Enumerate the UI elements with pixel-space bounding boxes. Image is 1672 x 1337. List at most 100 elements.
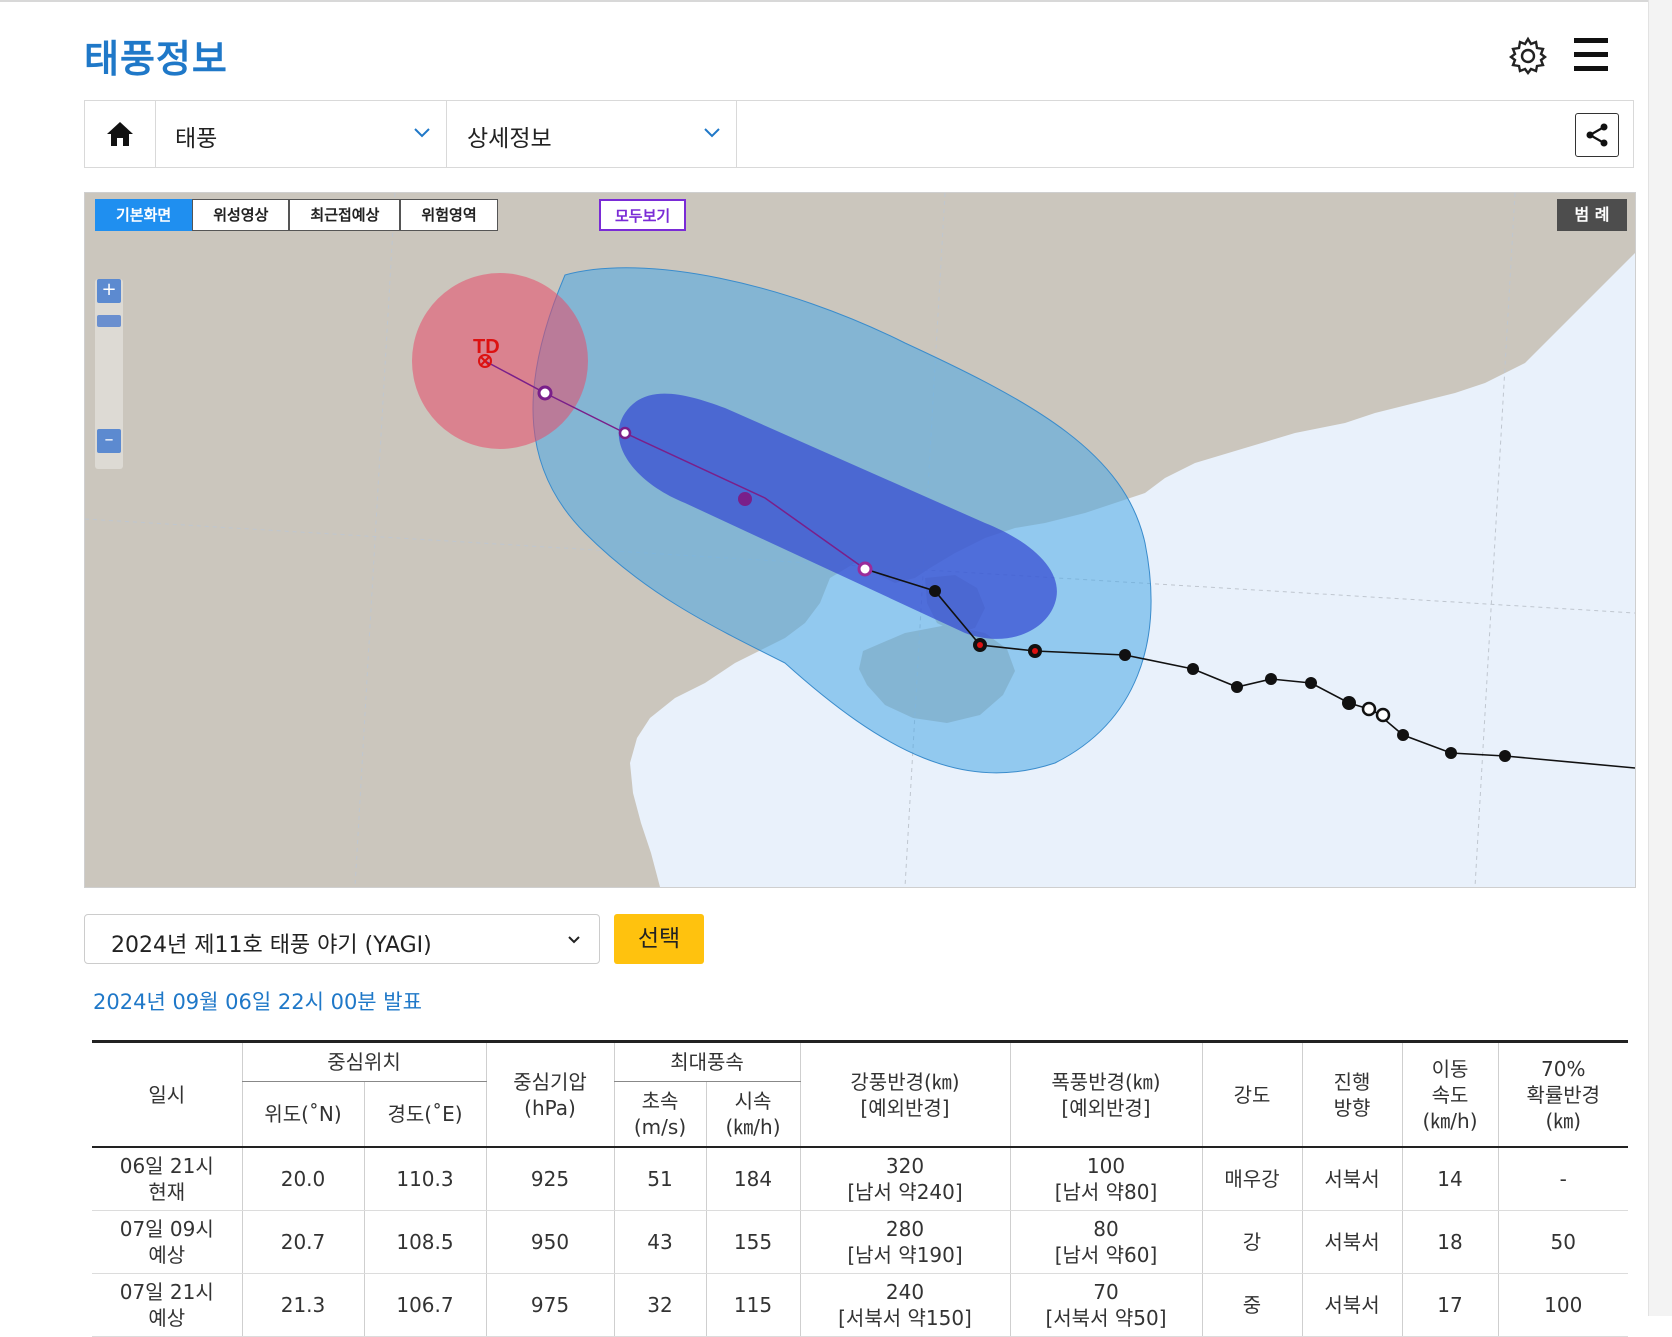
header-datetime: 일시 <box>92 1040 242 1148</box>
header-prob-line2: 확률반경 <box>1526 1082 1601 1107</box>
typhoon-info-table: 일시 중심위치 중심기압 (hPa) 최대풍속 강풍반경(㎞) [예외반경] 폭… <box>92 1040 1628 1337</box>
zoom-out-button[interactable]: – <box>97 429 121 453</box>
table-row: 07일 21시 예상 21.3 106.7 975 32 115 240 [서북서 … <box>92 1273 1628 1337</box>
cell-intensity: 강 <box>1201 1210 1302 1274</box>
header-max-wind: 최대풍속 <box>613 1040 800 1082</box>
cell-datetime: 07일 21시 예상 <box>92 1273 242 1337</box>
header-wind-ms-label: 초속 <box>641 1089 679 1113</box>
category-dropdown-label: 태풍 <box>175 126 218 152</box>
zoom-in-button[interactable]: + <box>97 279 121 303</box>
cell-type: 현재 <box>148 1180 186 1204</box>
breadcrumb-nav: 태풍 상세정보 <box>84 100 1634 168</box>
header-speed-line3: (㎞/h) <box>1422 1108 1478 1133</box>
cell-direction: 서북서 <box>1301 1147 1402 1211</box>
cell-date: 06일 21시 <box>119 1154 214 1178</box>
forecast-point <box>618 426 632 440</box>
cell-storm-value: 70 <box>1093 1280 1119 1304</box>
header-storm-radius-sub: [예외반경] <box>1061 1095 1151 1120</box>
legend-button[interactable]: 범 례 <box>1557 199 1627 231</box>
table-row: 07일 09시 예상 20.7 108.5 950 43 155 280 [남서 약… <box>92 1210 1628 1274</box>
current-position-point <box>857 561 873 577</box>
cell-wind-kmh: 184 <box>705 1147 800 1211</box>
cell-intensity: 중 <box>1201 1273 1302 1337</box>
header-prob-line3: (㎞) <box>1545 1108 1582 1133</box>
subcategory-dropdown[interactable]: 상세정보 <box>447 101 737 167</box>
cell-date: 07일 09시 <box>119 1217 214 1241</box>
forecast-point <box>738 492 752 506</box>
chevron-down-icon <box>414 128 430 138</box>
header-lon: 경도(˚E) <box>363 1081 486 1148</box>
share-button[interactable] <box>1575 113 1619 157</box>
cell-storm-radius: 70 [서북서 약50] <box>1009 1273 1202 1337</box>
cell-strong-radius: 320 [남서 약240] <box>799 1147 1010 1211</box>
cell-strong-radius: 280 [남서 약190] <box>799 1210 1010 1274</box>
cell-wind-kmh: 155 <box>705 1210 800 1274</box>
menu-hamburger-icon[interactable] <box>1574 38 1608 72</box>
header-pressure-unit: (hPa) <box>524 1095 576 1120</box>
basic-view-button[interactable]: 기본화면 <box>95 199 193 231</box>
cell-storm-radius: 80 [남서 약60] <box>1009 1210 1202 1274</box>
header-speed-line1: 이동 <box>1431 1056 1469 1081</box>
cell-storm-exception: [서북서 약50] <box>1045 1306 1167 1330</box>
header-wind-kmh-label: 시속 <box>734 1089 772 1113</box>
cell-speed: 18 <box>1401 1210 1498 1274</box>
category-dropdown[interactable]: 태풍 <box>155 101 447 167</box>
danger-area-button[interactable]: 위험영역 <box>400 199 498 231</box>
header-prob-line1: 70% <box>1541 1056 1586 1081</box>
cell-pressure: 975 <box>485 1273 614 1337</box>
cell-lon: 108.5 <box>363 1210 486 1274</box>
zoom-slider-handle[interactable] <box>97 315 121 327</box>
header-wind-kmh: 시속 (㎞/h) <box>705 1081 800 1148</box>
header-pressure-label: 중심기압 <box>513 1069 587 1094</box>
cell-pressure: 925 <box>485 1147 614 1211</box>
subcategory-dropdown-label: 상세정보 <box>467 126 552 152</box>
cell-lon: 106.7 <box>363 1273 486 1337</box>
td-label: TD <box>473 336 500 358</box>
announcement-time: 2024년 09월 06일 22시 00분 발표 <box>93 990 422 1014</box>
cell-lat: 20.7 <box>241 1210 364 1274</box>
settings-gear-icon[interactable] <box>1508 36 1548 76</box>
header-speed-line2: 속도 <box>1431 1082 1469 1107</box>
cell-speed: 14 <box>1401 1147 1498 1211</box>
map-canvas[interactable]: TD <box>85 193 1635 887</box>
table-row: 06일 21시 현재 20.0 110.3 925 51 184 320 [남서 약… <box>92 1147 1628 1211</box>
cell-strong-value: 280 <box>885 1217 925 1241</box>
page-title: 태풍정보 <box>84 37 228 81</box>
cell-direction: 서북서 <box>1301 1210 1402 1274</box>
cell-strong-value: 320 <box>885 1154 925 1178</box>
typhoon-map[interactable]: TD 기본화면 위성영상 최근접예상 위험영역 모두보기 범 례 + – <box>84 192 1636 888</box>
cell-storm-radius: 100 [남서 약80] <box>1009 1147 1202 1211</box>
header-wind-kmh-unit: (㎞/h) <box>725 1115 781 1139</box>
header-direction-line1: 진행 <box>1333 1069 1371 1094</box>
zoom-control: + – <box>95 279 123 469</box>
cell-storm-exception: [남서 약80] <box>1054 1180 1158 1204</box>
cell-type: 예상 <box>148 1306 186 1330</box>
view-all-button[interactable]: 모두보기 <box>599 199 687 231</box>
home-icon <box>107 122 133 146</box>
cell-strong-exception: [서북서 약150] <box>838 1306 972 1330</box>
header-wind-ms-unit: (m/s) <box>633 1115 687 1139</box>
satellite-view-button[interactable]: 위성영상 <box>192 199 290 231</box>
cell-datetime: 06일 21시 현재 <box>92 1147 242 1211</box>
header-center-position: 중심위치 <box>241 1040 486 1082</box>
cell-wind-ms: 51 <box>613 1147 706 1211</box>
share-icon <box>1586 123 1608 147</box>
typhoon-select-value: 2024년 제11호 태풍 야기 (YAGI) <box>111 933 432 958</box>
select-button[interactable]: 선택 <box>614 914 704 964</box>
cell-intensity: 매우강 <box>1201 1147 1302 1211</box>
header-direction-line2: 방향 <box>1333 1095 1371 1120</box>
cell-lat: 21.3 <box>241 1273 364 1337</box>
home-button[interactable] <box>85 101 156 167</box>
cell-direction: 서북서 <box>1301 1273 1402 1337</box>
scrollbar[interactable] <box>1648 0 1672 1316</box>
header-direction: 진행 방향 <box>1301 1040 1402 1148</box>
closest-approach-button[interactable]: 최근접예상 <box>289 199 401 231</box>
forecast-point <box>537 385 553 401</box>
top-border <box>0 0 1672 2</box>
cell-storm-value: 80 <box>1093 1217 1119 1241</box>
cell-type: 예상 <box>148 1243 186 1267</box>
typhoon-select[interactable]: 2024년 제11호 태풍 야기 (YAGI) <box>84 914 600 964</box>
cell-datetime: 07일 09시 예상 <box>92 1210 242 1274</box>
header-storm-radius-label: 폭풍반경(㎞) <box>1051 1069 1161 1094</box>
cell-strong-radius: 240 [서북서 약150] <box>799 1273 1010 1337</box>
